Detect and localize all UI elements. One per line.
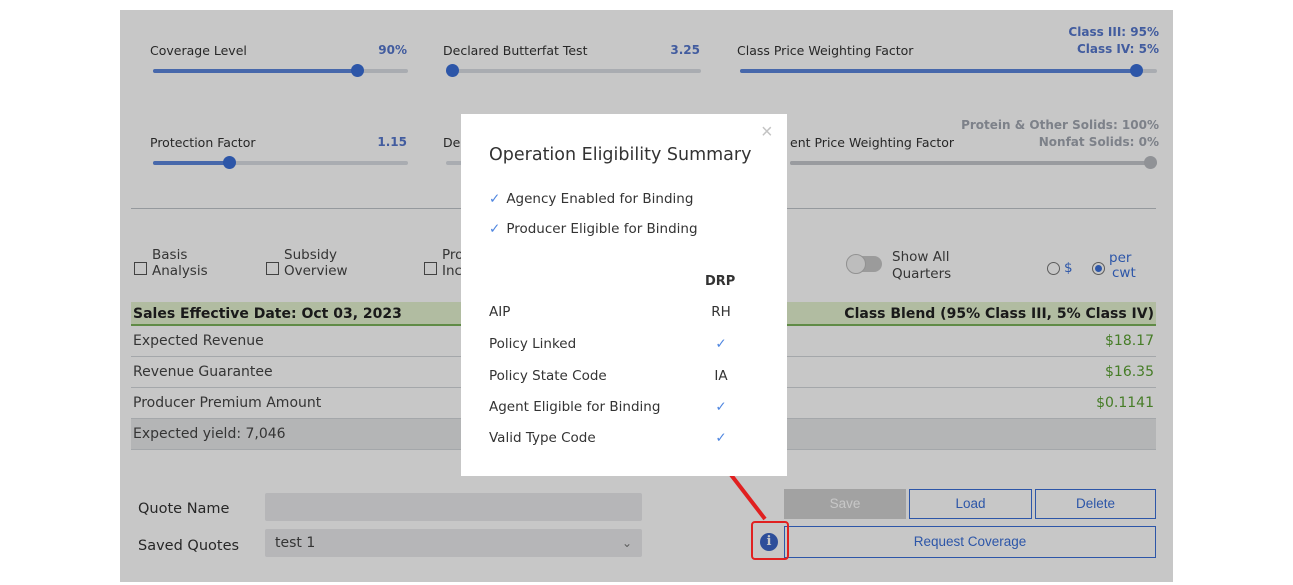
- eligibility-row-value: RH: [711, 304, 731, 320]
- modal-title: Operation Eligibility Summary: [489, 145, 752, 165]
- check-icon: ✓: [715, 399, 727, 415]
- check-icon: ✓: [715, 430, 727, 446]
- eligibility-row-label: AIP: [489, 304, 511, 320]
- check-icon: ✓: [489, 221, 501, 237]
- close-icon[interactable]: ×: [761, 121, 773, 144]
- check-item: ✓ Agency Enabled for Binding: [489, 191, 693, 207]
- check-icon: ✓: [715, 336, 727, 352]
- eligibility-row-label: Agent Eligible for Binding: [489, 399, 661, 415]
- check-icon: ✓: [489, 191, 501, 207]
- check-item: ✓ Producer Eligible for Binding: [489, 221, 698, 237]
- eligibility-row-label: Policy Linked: [489, 336, 577, 352]
- check-item-label: Agency Enabled for Binding: [506, 191, 694, 207]
- eligibility-row-value: IA: [714, 368, 728, 384]
- eligibility-row-label: Policy State Code: [489, 368, 607, 384]
- check-item-label: Producer Eligible for Binding: [506, 221, 698, 237]
- eligibility-summary-modal: × Operation Eligibility Summary ✓ Agency …: [461, 114, 787, 476]
- eligibility-row-label: Valid Type Code: [489, 430, 596, 446]
- drp-column-header: DRP: [705, 274, 736, 289]
